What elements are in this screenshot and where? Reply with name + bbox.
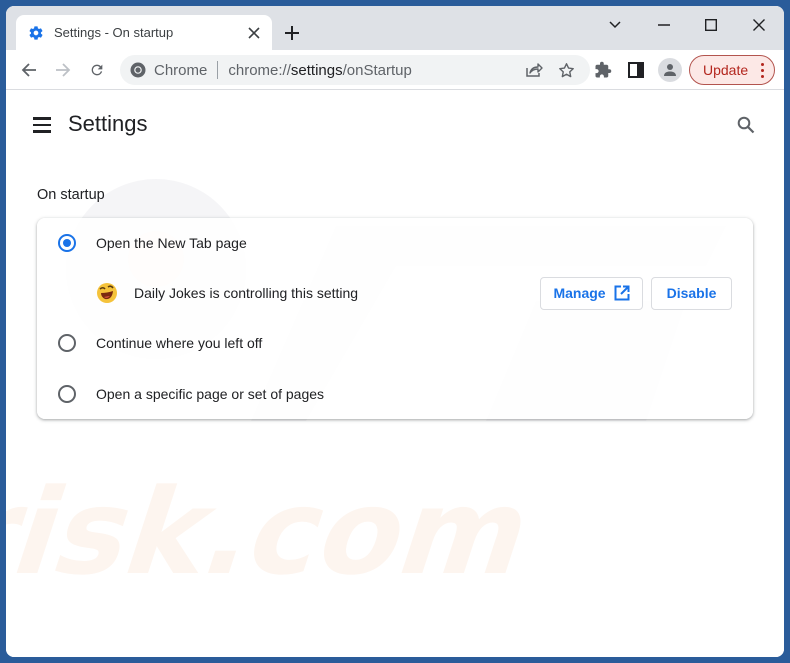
close-tab-icon[interactable] [244, 23, 264, 43]
main-menu-button[interactable] [30, 113, 54, 137]
laughing-emoji-icon [96, 282, 118, 304]
tab-search-button[interactable] [600, 12, 630, 38]
tab-settings[interactable]: Settings - On startup [16, 15, 272, 50]
open-in-new-icon [614, 285, 630, 301]
bookmark-button[interactable] [556, 60, 576, 80]
extensions-button[interactable] [589, 56, 617, 84]
browser-window: Settings - On startup Chrome chrome://se… [6, 6, 784, 657]
chrome-logo-icon [130, 62, 146, 78]
manage-label: Manage [553, 285, 606, 301]
disable-button[interactable]: Disable [651, 276, 732, 310]
url-host: settings [290, 61, 343, 79]
settings-page: risk.com Settings On startup Open the Ne… [6, 91, 784, 657]
startup-option-specific-pages[interactable]: Open a specific page or set of pages [37, 369, 753, 419]
radio-continue[interactable] [58, 334, 76, 352]
profile-avatar[interactable] [658, 58, 682, 82]
share-icon [526, 63, 543, 77]
url-path: /onStartup [342, 61, 412, 79]
update-label: Update [703, 62, 749, 78]
minimize-button[interactable] [649, 12, 679, 38]
manage-button[interactable]: Manage [540, 276, 643, 310]
forward-button[interactable] [49, 56, 77, 84]
section-title: On startup [37, 187, 105, 203]
plus-icon [285, 26, 299, 40]
reload-button[interactable] [83, 56, 111, 84]
extension-control-text: Daily Jokes is controlling this setting [134, 285, 359, 301]
toolbar: Chrome chrome://settings/onStartup Updat… [6, 50, 784, 90]
omnibox-separator [217, 61, 219, 79]
update-button[interactable]: Update [689, 55, 775, 85]
chevron-down-icon [609, 21, 621, 29]
hamburger-icon [33, 117, 51, 120]
more-vert-icon [761, 62, 765, 78]
side-panel-icon [628, 62, 644, 78]
startup-option-new-tab[interactable]: Open the New Tab page [37, 218, 753, 268]
option-label: Continue where you left off [96, 335, 263, 351]
page-title: Settings [68, 111, 148, 136]
address-bar[interactable]: Chrome chrome://settings/onStartup [120, 55, 590, 85]
omnibox-url[interactable]: chrome://settings/onStartup [228, 62, 411, 79]
side-panel-button[interactable] [622, 56, 650, 84]
search-settings-button[interactable] [734, 113, 758, 137]
startup-options-card: Open the New Tab page Daily Jokes is con… [37, 218, 753, 419]
close-icon [753, 19, 765, 31]
back-button[interactable] [15, 56, 43, 84]
omnibox-origin: Chrome [154, 61, 208, 79]
maximize-button[interactable] [696, 12, 726, 38]
new-tab-button[interactable] [280, 21, 304, 45]
tab-title: Settings - On startup [54, 25, 174, 40]
share-button[interactable] [524, 60, 544, 80]
radio-specific-pages[interactable] [58, 385, 76, 403]
startup-option-continue[interactable]: Continue where you left off [37, 318, 753, 368]
extension-control-row: Daily Jokes is controlling this setting … [37, 268, 753, 318]
star-icon [558, 62, 574, 77]
arrow-left-icon [21, 63, 36, 77]
puzzle-icon [595, 61, 612, 78]
person-icon [664, 64, 676, 76]
minimize-icon [658, 24, 670, 26]
search-icon [737, 116, 755, 134]
reload-icon [91, 64, 103, 76]
gear-icon [28, 25, 44, 41]
watermark-text: risk.com [6, 464, 550, 601]
arrow-right-icon [56, 63, 71, 77]
close-window-button[interactable] [744, 12, 774, 38]
maximize-icon [705, 19, 717, 31]
radio-new-tab[interactable] [58, 234, 76, 252]
tab-strip: Settings - On startup [6, 6, 784, 50]
option-label: Open the New Tab page [96, 235, 247, 251]
url-scheme: chrome:// [228, 61, 291, 79]
option-label: Open a specific page or set of pages [96, 386, 325, 402]
